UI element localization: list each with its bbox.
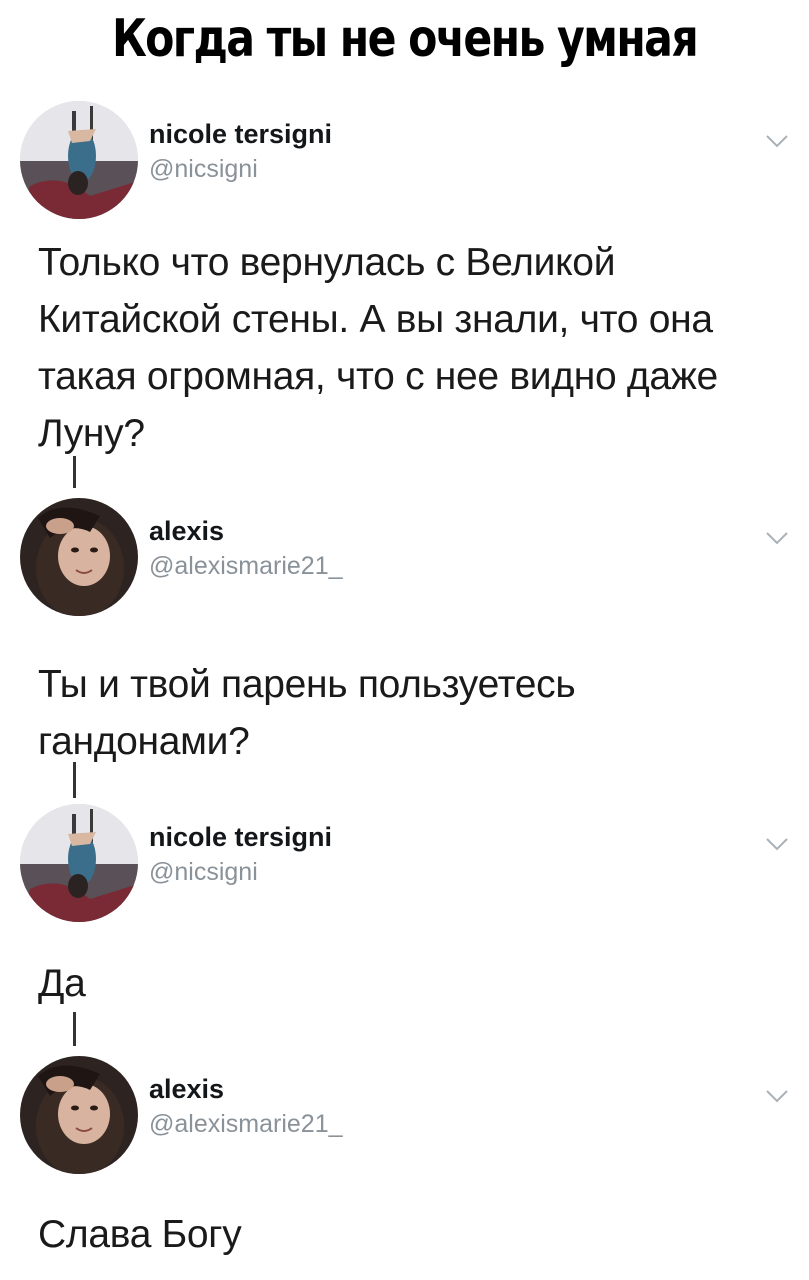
author-handle[interactable]: @alexismarie21_ — [149, 1110, 343, 1139]
tweet-text: Да — [38, 962, 86, 1005]
author-name[interactable]: nicole tersigni — [149, 822, 332, 853]
chevron-down-icon[interactable] — [765, 530, 789, 546]
tweet-text: Ты и твой парень пользуетесь гандонами? — [38, 663, 576, 763]
chevron-down-icon[interactable] — [765, 1088, 789, 1104]
meme-title: Когда ты не очень умная — [111, 9, 699, 69]
avatar[interactable] — [20, 101, 138, 219]
thread-connector — [73, 762, 76, 798]
tweet-text: Слава Богу — [38, 1213, 242, 1256]
thread-connector — [73, 1012, 76, 1046]
author-name[interactable]: nicole tersigni — [149, 119, 332, 150]
tweet-text: Только что вернулась с Великой Китайской… — [38, 241, 718, 455]
author-name[interactable]: alexis — [149, 516, 224, 547]
author-handle[interactable]: @nicsigni — [149, 858, 258, 887]
avatar[interactable] — [20, 498, 138, 616]
author-name[interactable]: alexis — [149, 1074, 224, 1105]
chevron-down-icon[interactable] — [765, 836, 789, 852]
author-handle[interactable]: @alexismarie21_ — [149, 552, 343, 581]
chevron-down-icon[interactable] — [765, 133, 789, 149]
thread-connector — [73, 456, 76, 488]
avatar[interactable] — [20, 1056, 138, 1174]
avatar[interactable] — [20, 804, 138, 922]
author-handle[interactable]: @nicsigni — [149, 155, 258, 184]
